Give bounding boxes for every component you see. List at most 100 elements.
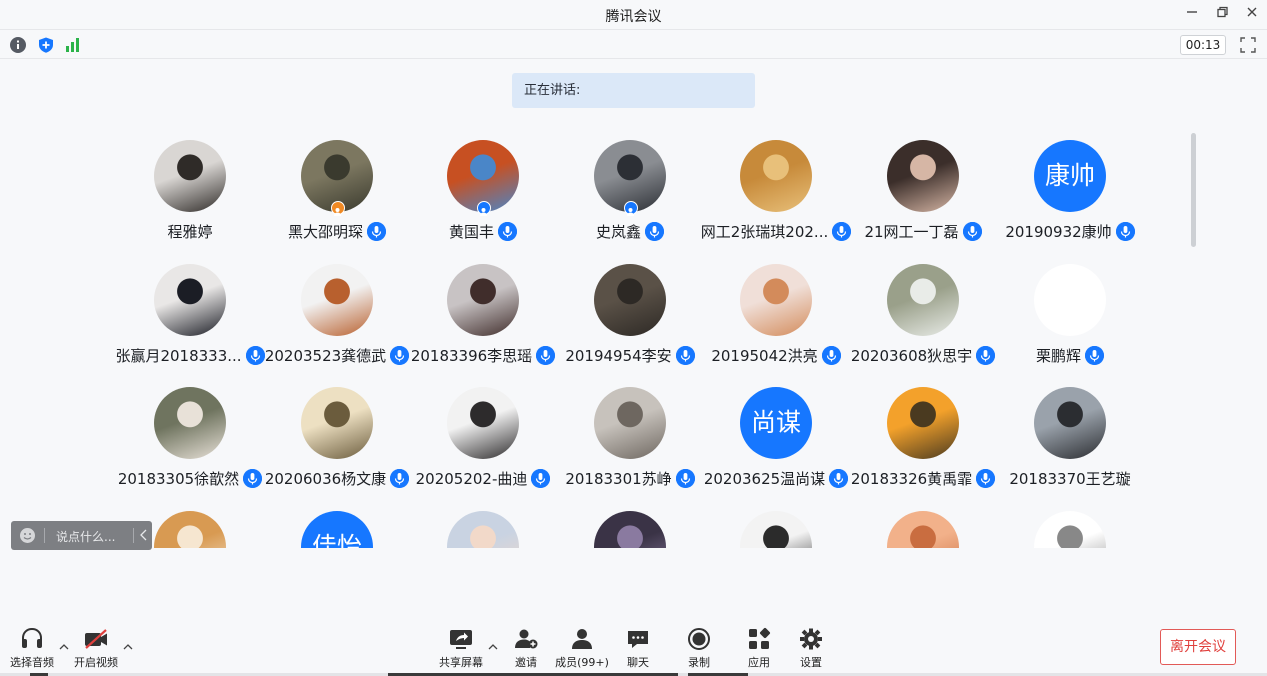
- participant-tile[interactable]: 20206036杨文康: [262, 381, 412, 491]
- divider: [133, 528, 134, 543]
- microphone-icon[interactable]: [498, 222, 517, 241]
- microphone-icon[interactable]: [1115, 222, 1135, 241]
- participant-name: 20194954李安: [565, 347, 672, 365]
- participant-name-row: 20203523龚德武: [252, 345, 422, 366]
- participant-tile[interactable]: 尚谋 20203625温尚谋: [701, 381, 851, 491]
- start-video-button[interactable]: 开启视频: [66, 627, 126, 673]
- settings-button[interactable]: 设置: [781, 627, 841, 673]
- avatar: [154, 140, 226, 212]
- avatar: [740, 264, 812, 336]
- participant-grid: 程雅婷 黑大邵明琛 黄国丰 史岚鑫 网工2张瑞琪202... 21网工一丁磊 康帅 20190…: [100, 134, 1190, 548]
- bottom-toolbar: 选择音频 开启视频 共享屏幕 邀请 成员(99+) 聊天 录制 应用 设置 离开…: [0, 621, 1267, 676]
- participant-tile[interactable]: 20183370王艺璇: [995, 381, 1145, 491]
- fullscreen-icon[interactable]: [1238, 35, 1258, 55]
- participant-name-row: 黄国丰: [398, 221, 568, 242]
- share-screen-button[interactable]: 共享屏幕: [431, 627, 491, 673]
- participant-tile[interactable]: 黑大邵明琛: [262, 134, 412, 244]
- participant-tile[interactable]: 20183305徐歆然: [115, 381, 265, 491]
- headset-icon: [22, 627, 42, 648]
- participant-tile[interactable]: 佳怡: [262, 505, 412, 548]
- participant-name-row: 网工2张瑞琪202...: [691, 221, 861, 242]
- participant-tile[interactable]: 20203608狄思宇: [848, 258, 998, 368]
- add-user-icon: [515, 629, 538, 649]
- participant-tile[interactable]: 张赢月2018333...: [115, 258, 265, 368]
- select-audio-label: 选择音频: [10, 656, 54, 669]
- participant-name-row: 20195042洪亮: [691, 345, 861, 366]
- leave-meeting-button[interactable]: 离开会议: [1160, 629, 1236, 665]
- meeting-timer: 00:13: [1180, 35, 1226, 55]
- microphone-icon[interactable]: [1085, 346, 1104, 365]
- divider: [44, 528, 45, 543]
- participant-name-row: 20206036杨文康: [252, 468, 422, 489]
- microphone-icon[interactable]: [367, 222, 386, 241]
- start-video-label: 开启视频: [74, 656, 118, 669]
- avatar: [594, 387, 666, 459]
- avatar: [887, 387, 959, 459]
- participant-tile[interactable]: [555, 505, 705, 548]
- participant-tile[interactable]: [408, 505, 558, 548]
- avatar: [447, 511, 519, 548]
- participant-tile[interactable]: 20194954李安: [555, 258, 705, 368]
- camera-off-icon: [85, 629, 107, 649]
- info-icon[interactable]: [9, 36, 27, 54]
- avatar: 康帅: [1034, 140, 1106, 212]
- avatar: [447, 264, 519, 336]
- signal-strength-icon[interactable]: [64, 36, 82, 54]
- participant-tile[interactable]: [995, 505, 1145, 548]
- apps-grid-icon: [749, 627, 771, 649]
- members-button[interactable]: 成员(99+): [552, 627, 612, 673]
- window-title: 腾讯会议: [605, 9, 662, 25]
- avatar: [447, 387, 519, 459]
- participant-tile[interactable]: 史岚鑫: [555, 134, 705, 244]
- record-label: 录制: [688, 656, 710, 669]
- participant-name-row: 20194954李安: [545, 345, 715, 366]
- invite-button[interactable]: 邀请: [496, 627, 556, 673]
- participant-name: 20205202-曲迪: [415, 470, 528, 488]
- close-icon[interactable]: [1241, 5, 1263, 25]
- avatar: 佳怡: [301, 511, 373, 548]
- avatar: [594, 264, 666, 336]
- avatar: [740, 511, 812, 548]
- apps-button[interactable]: 应用: [729, 627, 789, 673]
- grid-scrollbar[interactable]: [1191, 133, 1196, 247]
- participant-tile[interactable]: 20205202-曲迪: [408, 381, 558, 491]
- emoji-icon[interactable]: [19, 527, 36, 544]
- avatar: [301, 264, 373, 336]
- microphone-icon[interactable]: [962, 222, 982, 241]
- restore-icon[interactable]: [1211, 5, 1233, 25]
- security-shield-icon[interactable]: [37, 36, 55, 54]
- title-bar: 腾讯会议: [0, 0, 1267, 30]
- participant-tile[interactable]: 20203523龚德武: [262, 258, 412, 368]
- participant-tile[interactable]: 20183326黄禹霏: [848, 381, 998, 491]
- participant-tile[interactable]: 康帅 20190932康帅: [995, 134, 1145, 244]
- select-audio-button[interactable]: 选择音频: [2, 627, 62, 673]
- participant-tile[interactable]: 栗鹏辉: [995, 258, 1145, 368]
- record-button[interactable]: 录制: [669, 627, 729, 673]
- participant-tile[interactable]: 21网工一丁磊: [848, 134, 998, 244]
- participant-tile[interactable]: 20183396李思瑶: [408, 258, 558, 368]
- participant-name-row: 黑大邵明琛: [252, 221, 422, 242]
- participant-name: 20183301苏峥: [565, 470, 672, 488]
- participant-name-row: 张赢月2018333...: [105, 345, 275, 366]
- participant-tile[interactable]: [701, 505, 851, 548]
- settings-label: 设置: [800, 656, 822, 669]
- participant-tile[interactable]: 20183301苏峥: [555, 381, 705, 491]
- gear-icon: [800, 628, 822, 650]
- participant-tile[interactable]: 程雅婷: [115, 134, 265, 244]
- participant-name-row: 20183301苏峥: [545, 468, 715, 489]
- chat-label: 聊天: [627, 656, 649, 669]
- participant-tile[interactable]: [848, 505, 998, 548]
- collapse-chevron-icon[interactable]: [138, 527, 150, 546]
- participant-tile[interactable]: 黄国丰: [408, 134, 558, 244]
- participant-tile[interactable]: 20195042洪亮: [701, 258, 851, 368]
- participant-tile[interactable]: 网工2张瑞琪202...: [701, 134, 852, 244]
- cohost-badge-icon: [477, 201, 491, 216]
- microphone-icon[interactable]: [645, 222, 664, 241]
- minimize-icon[interactable]: [1181, 5, 1203, 25]
- quick-chat-box[interactable]: 说点什么...: [11, 521, 152, 550]
- chat-placeholder[interactable]: 说点什么...: [56, 528, 115, 545]
- members-icon: [572, 629, 592, 649]
- participant-name-row: 20183396李思瑶: [398, 345, 568, 366]
- chat-button[interactable]: 聊天: [608, 627, 668, 673]
- video-options-caret-icon[interactable]: [122, 638, 134, 650]
